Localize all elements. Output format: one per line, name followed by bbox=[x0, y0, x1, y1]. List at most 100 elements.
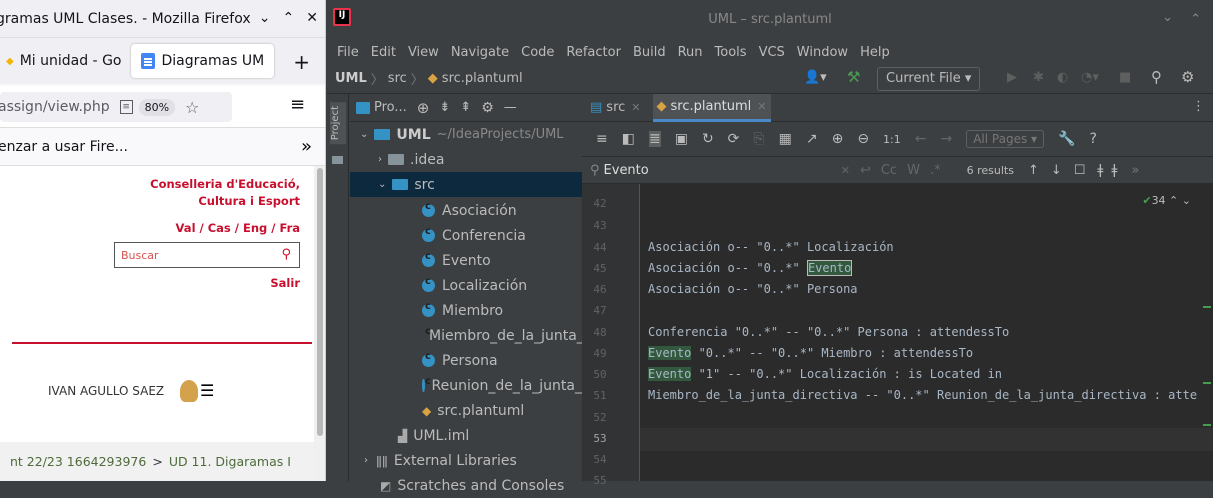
sync-icon[interactable]: ⟳ bbox=[728, 131, 740, 147]
prev-page-icon[interactable]: ← bbox=[915, 131, 927, 147]
coverage-icon[interactable]: ◐ bbox=[1057, 70, 1068, 85]
settings-gear-icon[interactable]: ⚙ bbox=[1181, 68, 1194, 86]
zoom-badge[interactable]: 80% bbox=[138, 98, 176, 116]
bookmark-item[interactable]: enzar a usar Fire... bbox=[0, 139, 128, 155]
search-icon[interactable]: ⚲ bbox=[281, 247, 291, 262]
copy-icon[interactable]: ⎘ bbox=[753, 131, 764, 147]
tree-item-external-libraries[interactable]: › ǁǁ External Libraries bbox=[350, 448, 582, 473]
menu-refactor[interactable]: Refactor bbox=[566, 45, 621, 60]
close-icon[interactable]: ✕ bbox=[757, 100, 766, 113]
words-toggle[interactable]: W bbox=[907, 163, 920, 178]
tree-item-plantuml[interactable]: ◆ src.plantuml bbox=[350, 398, 582, 423]
hide-icon[interactable]: — bbox=[504, 100, 517, 115]
chevron-down-icon[interactable]: ⌄ bbox=[259, 10, 271, 26]
language-links[interactable]: Val / Cas / Eng / Fra bbox=[176, 221, 300, 235]
search-input[interactable]: Buscar bbox=[121, 249, 159, 262]
zoom-out-icon[interactable]: ⊖ bbox=[857, 131, 869, 147]
menu-run[interactable]: Run bbox=[678, 45, 703, 60]
expand-all-icon[interactable]: ⇟ bbox=[439, 100, 450, 115]
tab-src[interactable]: src bbox=[606, 100, 625, 115]
save-icon[interactable]: ▦ bbox=[779, 131, 792, 147]
url-bar[interactable]: assign/view.php ≡ 80% ☆ bbox=[0, 92, 232, 122]
code-line[interactable]: Asociación o-- "0..*" Localización bbox=[648, 240, 894, 254]
image-icon[interactable]: ▣ bbox=[675, 131, 688, 147]
breadcrumb-file[interactable]: src.plantuml bbox=[442, 71, 523, 86]
search-everywhere-icon[interactable]: ⚲ bbox=[1151, 68, 1162, 86]
breadcrumb-course[interactable]: nt 22/23 1664293976 bbox=[10, 454, 146, 469]
filter-icon[interactable]: ☐ bbox=[1074, 163, 1086, 178]
tree-item-class[interactable]: Asociación bbox=[350, 198, 582, 223]
zoom-in-icon[interactable]: ⊕ bbox=[832, 131, 844, 147]
actual-size-button[interactable]: 1:1 bbox=[883, 133, 901, 146]
code-line[interactable]: Evento "0..*" -- "0..*" Miembro : attend… bbox=[648, 346, 973, 360]
debug-icon[interactable]: ✱ bbox=[1033, 70, 1044, 85]
menu-help[interactable]: Help bbox=[860, 45, 890, 60]
editor-preview-icon[interactable]: ≣ bbox=[648, 131, 661, 147]
menu-icon[interactable]: ≡ bbox=[290, 94, 305, 115]
locate-icon[interactable]: ⊕ bbox=[417, 99, 430, 117]
tab-src-plantuml[interactable]: src.plantuml bbox=[671, 99, 752, 114]
tree-item-uml[interactable]: ⌄ UML ~/IdeaProjects/UML bbox=[350, 122, 582, 147]
tree-item-class[interactable]: Miembro bbox=[350, 298, 582, 323]
tab-diagramas[interactable]: Diagramas UM bbox=[131, 44, 275, 78]
menu-code[interactable]: Code bbox=[521, 45, 554, 60]
menu-file[interactable]: File bbox=[337, 45, 359, 60]
exclude-icon[interactable]: ǂ bbox=[1111, 163, 1117, 178]
menu-window[interactable]: Window bbox=[797, 45, 848, 60]
more-icon[interactable]: ⋮ bbox=[1192, 99, 1205, 114]
close-icon[interactable]: ✕ bbox=[631, 101, 640, 114]
help-icon[interactable]: ? bbox=[1090, 131, 1097, 147]
menu-vcs[interactable]: VCS bbox=[759, 45, 785, 60]
menu-edit[interactable]: Edit bbox=[371, 45, 396, 60]
structure-icon[interactable] bbox=[332, 156, 343, 164]
problems-indicator[interactable]: ✔34 ⌃ ⌄ bbox=[1142, 194, 1191, 207]
match-case-toggle[interactable]: Cc bbox=[881, 163, 897, 178]
scrollbar[interactable] bbox=[314, 166, 325, 481]
tree-item-scratches[interactable]: ◩ Scratches and Consoles bbox=[350, 473, 582, 498]
chevron-right-icon[interactable]: » bbox=[301, 136, 312, 157]
run-icon[interactable]: ▶ bbox=[1007, 70, 1017, 85]
next-page-icon[interactable]: → bbox=[940, 131, 952, 147]
project-tool-button[interactable]: Project bbox=[330, 102, 346, 145]
logout-link[interactable]: Salir bbox=[270, 276, 300, 290]
profile-icon[interactable]: ◔▾ bbox=[1081, 70, 1099, 85]
search-box[interactable]: Buscar ⚲ bbox=[114, 242, 300, 268]
menu-tools[interactable]: Tools bbox=[715, 45, 747, 60]
tree-item-iml[interactable]: ▟ UML.iml bbox=[350, 423, 582, 448]
user-icon[interactable]: 👤▾ bbox=[804, 70, 827, 85]
external-icon[interactable]: ↗ bbox=[806, 131, 818, 147]
user-menu-icon[interactable]: ☰ bbox=[200, 383, 214, 399]
refresh-icon[interactable]: ↻ bbox=[702, 131, 714, 147]
options-gear-icon[interactable]: ⚙ bbox=[481, 100, 494, 116]
stop-icon[interactable]: ■ bbox=[1119, 70, 1131, 85]
regex-toggle[interactable]: .* bbox=[930, 163, 941, 178]
tree-item-class[interactable]: Reunion_de_la_junta_ bbox=[350, 373, 582, 398]
pages-select[interactable]: All Pages ▾ bbox=[966, 130, 1045, 148]
editor-only-icon[interactable]: ≡ bbox=[596, 131, 608, 147]
breadcrumb-project[interactable]: UML bbox=[335, 71, 367, 86]
new-tab-icon[interactable]: + bbox=[293, 50, 310, 74]
menu-view[interactable]: View bbox=[408, 45, 439, 60]
newline-icon[interactable]: ↩ bbox=[860, 163, 871, 178]
menu-navigate[interactable]: Navigate bbox=[451, 45, 509, 60]
code-line[interactable]: Asociación o-- "0..*" Persona bbox=[648, 282, 858, 296]
select-all-icon[interactable]: ǂ bbox=[1097, 163, 1103, 178]
tree-item-class[interactable]: Persona bbox=[350, 348, 582, 373]
close-icon[interactable]: ✕ bbox=[306, 10, 318, 26]
tree-item-class[interactable]: Conferencia bbox=[350, 223, 582, 248]
breadcrumb-src[interactable]: src bbox=[388, 71, 407, 86]
tree-item-class[interactable]: Miembro_de_la_junta_ bbox=[350, 323, 584, 348]
chevron-down-icon[interactable]: ⌄ bbox=[1162, 10, 1173, 25]
code-line[interactable]: Conferencia "0..*" -- "0..*" Persona : a… bbox=[648, 325, 1009, 339]
build-hammer-icon[interactable]: ⚒ bbox=[847, 68, 860, 86]
project-view-select[interactable]: Pro... bbox=[374, 100, 407, 115]
menu-build[interactable]: Build bbox=[633, 45, 666, 60]
more-icon[interactable]: » bbox=[1131, 163, 1139, 178]
code-line[interactable]: Asociación o-- "0..*" Evento bbox=[648, 260, 853, 276]
split-icon[interactable]: ◧ bbox=[622, 131, 635, 147]
find-input[interactable]: Evento bbox=[604, 163, 649, 178]
tree-item-class[interactable]: Evento bbox=[350, 248, 582, 273]
chevron-up-icon[interactable]: ⌃ bbox=[1190, 12, 1201, 27]
next-occurrence-icon[interactable]: ↓ bbox=[1051, 163, 1062, 178]
collapse-all-icon[interactable]: ⇞ bbox=[460, 100, 471, 115]
